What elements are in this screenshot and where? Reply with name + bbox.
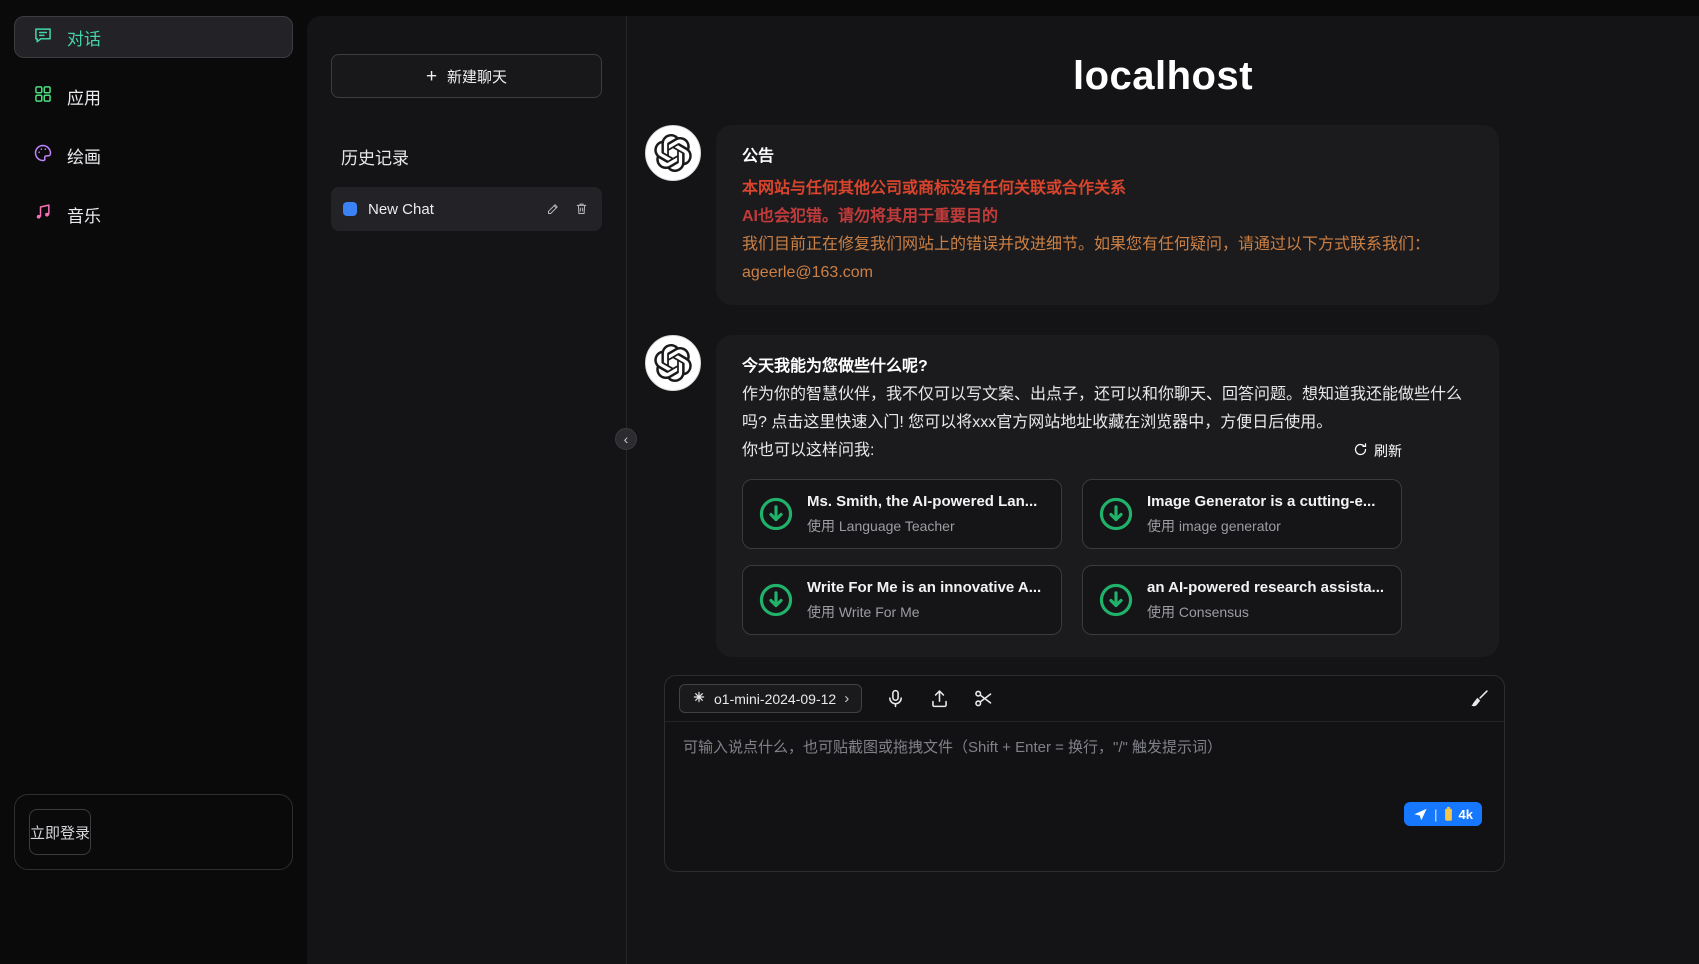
chat-item-title: New Chat [368,201,534,218]
suggestion-card[interactable]: Write For Me is an innovative A... 使用 Wr… [742,565,1062,635]
assistant-message: 今天我能为您做些什么呢? 作为你的智慧伙伴，我不仅可以写文案、出点子，还可以和你… [645,335,1499,657]
collapse-sidebar-handle[interactable]: ‹ [615,428,637,450]
sidebar-item-chat[interactable]: 对话 [14,16,293,58]
chat-main: localhost 公告 本网站与任何其他公司或商标没有任何关联或合作关系 AI… [627,16,1699,964]
edit-chat-button[interactable] [545,201,562,218]
chevron-right-icon: › [844,690,849,707]
trash-icon [574,204,589,219]
sidebar-item-label: 绘画 [67,143,101,168]
login-box: 立即登录 [14,794,293,870]
suggestion-text: an AI-powered research assista... 使用 Con… [1147,578,1384,622]
greeting-body: 作为你的智慧伙伴，我不仅可以写文案、出点子，还可以和你聊天、回答问题。想知道我还… [742,381,1473,437]
palette-icon [33,143,53,168]
suggestion-subtitle: 使用 Write For Me [807,603,1041,622]
sidebar-item-label: 音乐 [67,202,101,227]
upload-icon [929,697,950,712]
chat-color-dot [343,202,357,216]
model-sparkle-icon [692,690,706,707]
announcement-title: 公告 [742,143,1473,171]
token-count: 4k [1459,807,1473,822]
history-title: 历史记录 [331,144,602,169]
greeting-title: 今天我能为您做些什么呢? [742,353,1473,381]
sidebar-item-apps[interactable]: 应用 [14,75,293,117]
announcement-line: AI也会犯错。请勿将其用于重要目的 [742,203,1473,231]
download-circle-icon [757,581,795,619]
suggestion-title: Image Generator is a cutting-e... [1147,492,1375,512]
delete-chat-button[interactable] [573,201,590,218]
badge-divider: | [1434,807,1437,822]
token-battery-icon [1444,806,1453,822]
refresh-label: 刷新 [1374,441,1402,461]
composer-toolbar: o1-mini-2024-09-12 › [665,676,1504,722]
send-button[interactable]: | 4k [1404,802,1482,826]
announcement-bubble: 公告 本网站与任何其他公司或商标没有任何关联或合作关系 AI也会犯错。请勿将其用… [716,125,1499,305]
openai-logo-icon [654,344,692,382]
announcement-line: 本网站与任何其他公司或商标没有任何关联或合作关系 [742,175,1473,203]
suggestion-subtitle: 使用 Consensus [1147,603,1384,622]
suggestion-card[interactable]: an AI-powered research assista... 使用 Con… [1082,565,1402,635]
suggestion-title: an AI-powered research assista... [1147,578,1384,598]
pencil-icon [546,204,561,219]
chevron-left-icon: ‹ [624,432,629,446]
clear-context-button[interactable] [1468,688,1490,710]
ask-hint: 你也可以这样问我: [742,437,874,465]
contact-email-link[interactable]: ageerle@163.com [742,259,1473,287]
microphone-button[interactable] [884,688,906,710]
model-name: o1-mini-2024-09-12 [714,691,836,707]
sidebar-item-label: 应用 [67,84,101,109]
suggestion-text: Ms. Smith, the AI-powered Lan... 使用 Lang… [807,492,1037,536]
scissors-icon [973,697,994,712]
download-circle-icon [1097,581,1135,619]
suggestion-text: Image Generator is a cutting-e... 使用 ima… [1147,492,1375,536]
greeting-bubble: 今天我能为您做些什么呢? 作为你的智慧伙伴，我不仅可以写文案、出点子，还可以和你… [716,335,1499,657]
plus-icon: + [426,67,437,86]
refresh-suggestions-button[interactable]: 刷新 [1353,441,1402,461]
suggestion-subtitle: 使用 Language Teacher [807,517,1037,536]
chat-list-item[interactable]: New Chat [331,187,602,231]
suggestion-title: Ms. Smith, the AI-powered Lan... [807,492,1037,512]
composer: o1-mini-2024-09-12 › [664,675,1505,872]
suggestion-subtitle: 使用 image generator [1147,517,1375,536]
download-circle-icon [1097,495,1135,533]
composer-body [665,722,1504,871]
login-button[interactable]: 立即登录 [29,809,91,855]
sidebar: 对话 应用 绘画 [0,0,307,964]
suggestion-grid: Ms. Smith, the AI-powered Lan... 使用 Lang… [742,479,1473,635]
sidebar-item-music[interactable]: 音乐 [14,193,293,235]
sidebar-item-label: 对话 [67,25,101,50]
openai-logo-avatar [645,125,701,181]
refresh-icon [1353,442,1368,460]
openai-logo-icon [654,134,692,172]
app-root: 对话 应用 绘画 [0,0,1699,964]
chat-list-panel: + 新建聊天 历史记录 New Chat [307,16,627,964]
screenshot-crop-button[interactable] [972,688,994,710]
model-selector-button[interactable]: o1-mini-2024-09-12 › [679,684,862,713]
openai-logo-avatar [645,335,701,391]
new-chat-button[interactable]: + 新建聊天 [331,54,602,98]
music-note-icon [33,202,53,227]
suggestion-title: Write For Me is an innovative A... [807,578,1041,598]
download-circle-icon [757,495,795,533]
suggestion-card[interactable]: Image Generator is a cutting-e... 使用 ima… [1082,479,1402,549]
message-list: 公告 本网站与任何其他公司或商标没有任何关联或合作关系 AI也会犯错。请勿将其用… [627,99,1699,657]
announcement-line: 我们目前正在修复我们网站上的错误并改进细节。如果您有任何疑问，请通过以下方式联系… [742,231,1473,259]
message-input[interactable] [683,736,1486,814]
microphone-icon [885,697,906,712]
page-title: localhost [627,54,1699,99]
suggestion-card[interactable]: Ms. Smith, the AI-powered Lan... 使用 Lang… [742,479,1062,549]
assistant-message: 公告 本网站与任何其他公司或商标没有任何关联或合作关系 AI也会犯错。请勿将其用… [645,125,1499,305]
new-chat-label: 新建聊天 [447,66,507,87]
ask-hint-row: 你也可以这样问我: 刷新 [742,437,1402,465]
broom-icon [1469,697,1490,712]
suggestion-text: Write For Me is an innovative A... 使用 Wr… [807,578,1041,622]
send-plane-icon [1413,807,1428,822]
apps-grid-icon [33,84,53,109]
upload-button[interactable] [928,688,950,710]
chat-bubble-icon [33,25,53,50]
sidebar-item-drawing[interactable]: 绘画 [14,134,293,176]
right-panel: + 新建聊天 历史记录 New Chat [307,16,1699,964]
